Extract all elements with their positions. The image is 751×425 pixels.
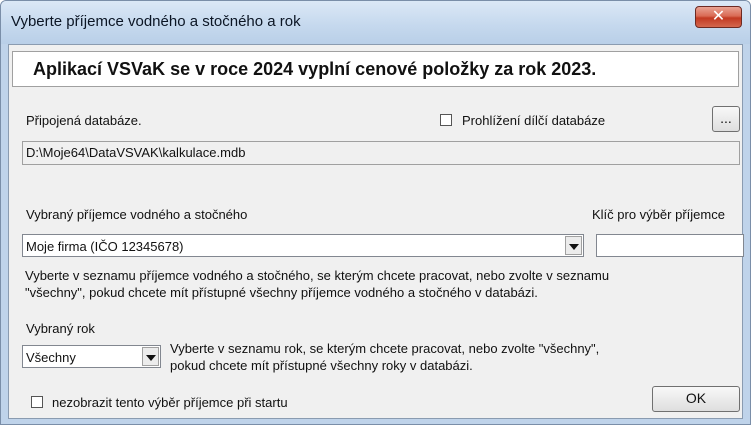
- dialog-content: Aplikací VSVaK se v roce 2024 vyplní cen…: [8, 44, 744, 419]
- year-hint: Vyberte v seznamu rok, se kterým chcete …: [170, 340, 599, 374]
- chevron-down-icon: [146, 355, 156, 361]
- year-hint-line1: Vyberte v seznamu rok, se kterým chcete …: [170, 341, 600, 356]
- recipient-hint-line1: Vyberte v seznamu příjemce vodného a sto…: [25, 268, 610, 283]
- close-button[interactable]: ✕: [695, 6, 742, 28]
- year-label: Vybraný rok: [26, 321, 95, 336]
- title-bar[interactable]: Vyberte příjemce vodného a stočného a ro…: [1, 1, 750, 44]
- skip-startup-checkbox[interactable]: [31, 396, 43, 408]
- database-path-field[interactable]: D:\Moje64\DataVSVAK\kalkulace.mdb: [22, 141, 740, 165]
- recipient-hint: Vyberte v seznamu příjemce vodného a sto…: [25, 267, 609, 301]
- recipient-key-input[interactable]: [596, 234, 744, 257]
- skip-startup-checkbox-label[interactable]: nezobrazit tento výběr příjemce při star…: [52, 395, 288, 410]
- recipient-label: Vybraný příjemce vodného a stočného: [26, 207, 248, 222]
- browse-button-label: ...: [720, 110, 732, 126]
- dialog-window: Vyberte příjemce vodného a stočného a ro…: [0, 0, 751, 425]
- partial-database-checkbox-label[interactable]: Prohlížení dílčí databáze: [462, 113, 605, 128]
- year-hint-line2: pokud chcete mít přístupné všechny roky …: [170, 358, 473, 373]
- window-title: Vyberte příjemce vodného a stočného a ro…: [11, 13, 301, 30]
- recipient-dropdown-button[interactable]: [565, 236, 582, 255]
- recipient-key-label: Klíč pro výběr příjemce: [592, 207, 725, 222]
- year-select[interactable]: Všechny: [22, 345, 161, 368]
- recipient-selected-value: Moje firma (IČO 12345678): [26, 239, 184, 254]
- partial-database-checkbox[interactable]: [440, 114, 452, 126]
- browse-database-button[interactable]: ...: [712, 106, 740, 132]
- recipient-select[interactable]: Moje firma (IČO 12345678): [22, 234, 584, 257]
- year-selected-value: Všechny: [26, 350, 76, 365]
- close-icon: ✕: [711, 6, 726, 25]
- ok-button-label: OK: [685, 390, 707, 406]
- chevron-down-icon: [569, 244, 579, 250]
- headline-text: Aplikací VSVaK se v roce 2024 vyplní cen…: [33, 59, 597, 79]
- year-dropdown-button[interactable]: [142, 347, 159, 366]
- database-label: Připojená databáze.: [26, 113, 142, 128]
- database-path: D:\Moje64\DataVSVAK\kalkulace.mdb: [26, 145, 246, 160]
- ok-button[interactable]: OK: [652, 386, 740, 412]
- recipient-hint-line2: "všechny", pokud chcete mít přístupné vš…: [25, 285, 538, 300]
- info-banner: Aplikací VSVaK se v roce 2024 vyplní cen…: [12, 51, 739, 87]
